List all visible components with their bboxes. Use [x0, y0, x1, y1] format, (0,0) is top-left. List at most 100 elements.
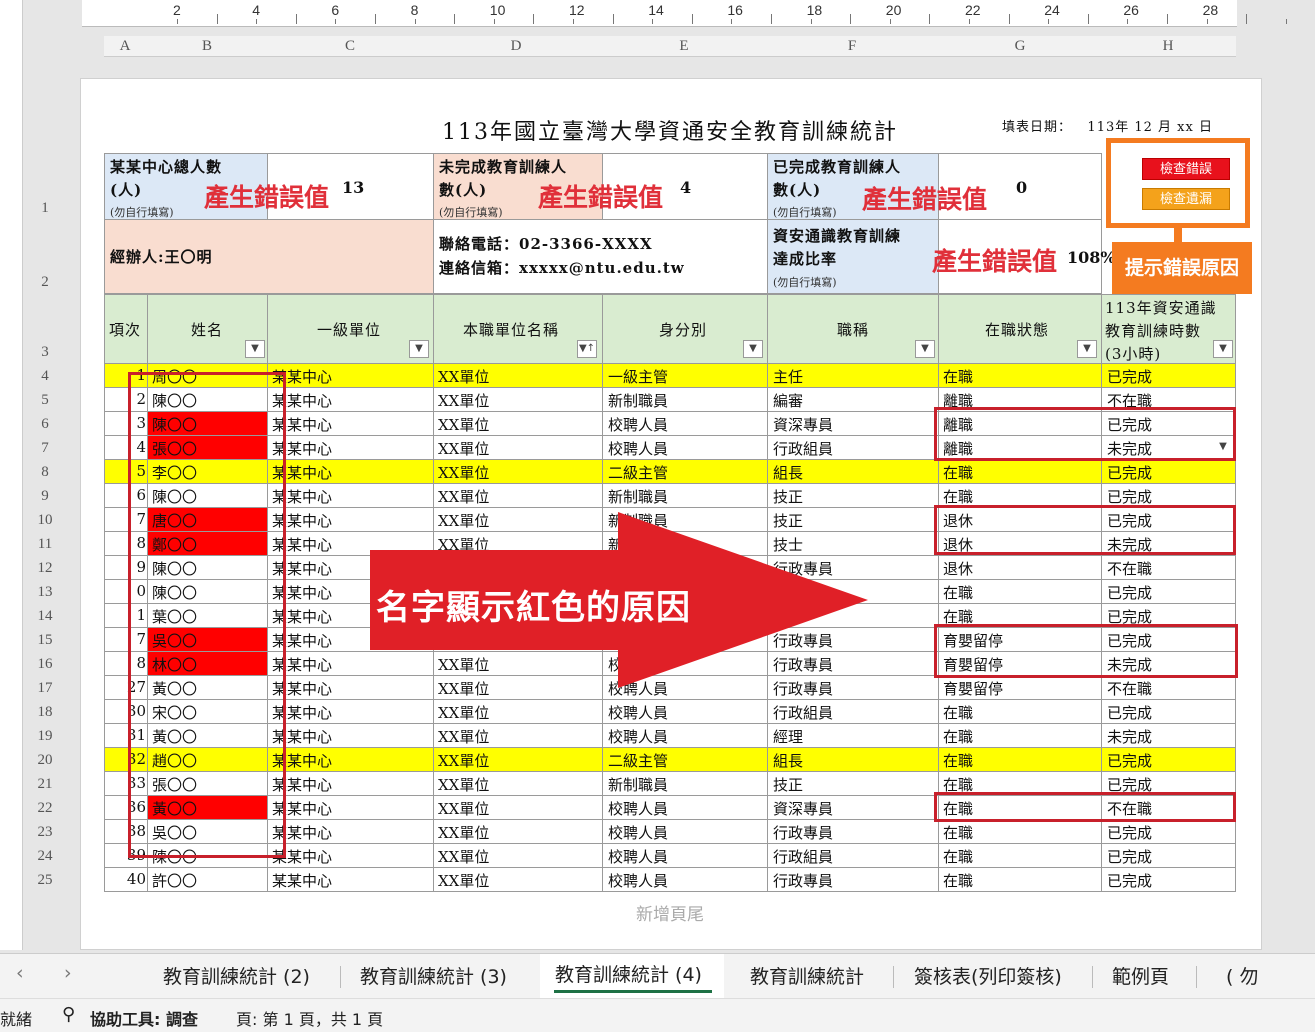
tab-example[interactable]: 範例頁	[1112, 962, 1169, 989]
incomplete-label-unit: 數(人)	[439, 181, 488, 199]
incomplete-error-text: 產生錯誤值	[538, 183, 664, 212]
column-letter[interactable]: C	[340, 38, 360, 55]
ruler-tick	[493, 19, 495, 24]
rate-label: 資安通識教育訓練	[773, 227, 902, 245]
tab-training[interactable]: 教育訓練統計	[750, 962, 864, 989]
ruler-mark: 26	[1123, 2, 1139, 18]
ruler-tick	[691, 14, 693, 24]
tab-divider	[893, 966, 894, 988]
ruler-tick	[1246, 14, 1248, 24]
row-number[interactable]: 2	[30, 274, 60, 291]
horizontal-ruler: 2 4 6 8 10 12 14 16 18 20 22 24 26 28	[82, 0, 1287, 27]
row-number[interactable]: 21	[30, 776, 60, 793]
complete-note: (勿自行填寫)	[773, 206, 837, 219]
total-error-text: 產生錯誤值	[204, 183, 330, 212]
row-number[interactable]: 3	[30, 344, 60, 361]
ruler-tick	[1285, 19, 1287, 24]
row-number[interactable]: 23	[30, 824, 60, 841]
fill-date-value: 113年 12 月 xx 日	[1087, 120, 1213, 135]
column-letter[interactable]: B	[197, 38, 217, 55]
rate-error-text: 產生錯誤值	[932, 247, 1058, 276]
incomplete-label: 未完成教育訓練人	[439, 158, 568, 176]
row-number[interactable]: 15	[30, 632, 60, 649]
tab-next-icon[interactable]: ›	[64, 962, 72, 984]
tab-more[interactable]: ( 勿	[1226, 962, 1266, 989]
complete-error-text: 產生錯誤值	[862, 185, 988, 214]
ruler-tick	[295, 14, 297, 24]
tab-training-4[interactable]: 教育訓練統計 (4)	[555, 960, 702, 987]
resigned-highlight	[934, 407, 1236, 461]
ruler-mark: 12	[569, 2, 585, 18]
contact-phone: 聯絡電話：02-3366-XXXX	[439, 235, 653, 253]
ruler-mark: 28	[1202, 2, 1219, 18]
tab-prev-icon[interactable]: ‹	[16, 962, 24, 984]
ruler-tick	[177, 19, 178, 24]
total-value: 13	[342, 178, 365, 197]
accessibility-status[interactable]: 協助工具: 調查	[90, 1006, 198, 1030]
incomplete-value: 4	[680, 178, 692, 197]
column-letter[interactable]: H	[1158, 38, 1178, 55]
not-employed-highlight	[934, 792, 1236, 822]
accessibility-icon[interactable]: ⚲	[62, 1004, 75, 1025]
check-error-button[interactable]: 檢查錯誤	[1142, 158, 1230, 180]
column-letter[interactable]: D	[506, 38, 526, 55]
ruler-mark: 10	[489, 2, 506, 18]
retired-highlight	[934, 505, 1236, 555]
total-label-unit: (人)	[110, 181, 143, 199]
row-number[interactable]: 5	[30, 392, 60, 409]
row-number[interactable]: 1	[30, 200, 60, 217]
row-number[interactable]: 22	[30, 800, 60, 817]
row-number[interactable]: 25	[30, 872, 60, 889]
row-number[interactable]: 7	[30, 440, 60, 457]
row-number[interactable]: 19	[30, 728, 60, 745]
tab-signoff[interactable]: 簽核表(列印簽核)	[914, 962, 1062, 989]
tab-divider	[1196, 966, 1197, 988]
check-missing-button[interactable]: 檢查遺漏	[1142, 188, 1230, 210]
tab-divider	[1092, 966, 1093, 988]
column-letter[interactable]: A	[115, 38, 135, 55]
row-number[interactable]: 11	[30, 536, 60, 553]
row-number[interactable]: 14	[30, 608, 60, 625]
row-number[interactable]: 9	[30, 488, 60, 505]
ruler-tick	[1008, 14, 1010, 24]
row-number[interactable]: 20	[30, 752, 60, 769]
ruler-tick	[652, 19, 654, 24]
column-letter[interactable]: E	[674, 38, 694, 55]
complete-label: 已完成教育訓練人	[773, 158, 902, 176]
row-number[interactable]: 24	[30, 848, 60, 865]
ruler-tick	[969, 19, 970, 24]
ruler-mark: 6	[331, 2, 340, 18]
tab-divider	[340, 966, 341, 988]
ruler-tick	[850, 14, 852, 24]
page-indicator: 頁: 第 1 頁，共 1 頁	[236, 1010, 384, 1029]
complete-value: 0	[1016, 178, 1028, 197]
tab-training-2[interactable]: 教育訓練統計 (2)	[163, 962, 310, 989]
row-number[interactable]: 17	[30, 680, 60, 697]
vertical-ruler	[0, 0, 23, 950]
column-letter[interactable]: G	[1010, 38, 1030, 55]
row-number[interactable]: 13	[30, 584, 60, 601]
row-number[interactable]: 12	[30, 560, 60, 577]
add-footer[interactable]: 新增頁尾	[80, 900, 1260, 925]
total-label: 某某中心總人數	[110, 158, 223, 176]
row-number[interactable]: 10	[30, 512, 60, 529]
ruler-tick	[810, 19, 812, 24]
ruler-mark: 24	[1044, 2, 1060, 18]
ruler-tick	[929, 14, 931, 24]
row-number[interactable]: 16	[30, 656, 60, 673]
active-tab-underline	[554, 990, 712, 993]
row-number[interactable]: 6	[30, 416, 60, 433]
ruler-tick	[771, 14, 772, 24]
rate-note: (勿自行填寫)	[773, 276, 837, 289]
row-number[interactable]: 4	[30, 368, 60, 385]
column-letter[interactable]: F	[842, 38, 862, 55]
ruler-tick	[1206, 19, 1208, 24]
row-number[interactable]: 18	[30, 704, 60, 721]
ruler-tick	[454, 14, 456, 24]
fill-date: 填表日期： 113年 12 月 xx 日	[1002, 116, 1213, 135]
parental-leave-highlight	[934, 624, 1238, 678]
tab-training-3[interactable]: 教育訓練統計 (3)	[360, 962, 507, 989]
ruler-mark: 8	[410, 2, 419, 18]
ruler-tick	[414, 19, 416, 24]
row-number[interactable]: 8	[30, 464, 60, 481]
